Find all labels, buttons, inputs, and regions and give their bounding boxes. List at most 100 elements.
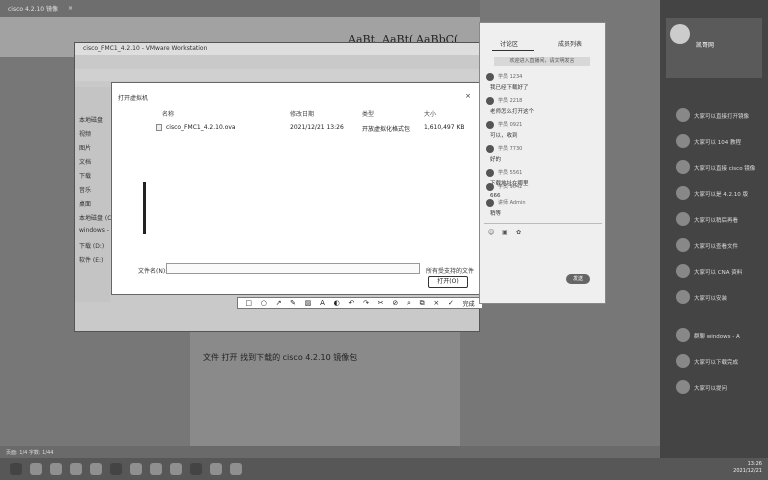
column-header-size[interactable]: 大小 <box>424 109 436 118</box>
app-icon[interactable] <box>110 463 122 475</box>
avatar <box>486 97 494 105</box>
text-icon[interactable]: A <box>320 298 325 308</box>
contact-item[interactable]: 群聊 windows - A <box>660 328 768 350</box>
close-icon[interactable]: × <box>465 92 471 100</box>
contact-item[interactable]: 大家可以查看文件 <box>660 238 768 260</box>
scrollbar[interactable] <box>143 182 146 234</box>
chat-window: 讨论区 成员列表 欢迎进入直播间，请文明发言 学员 1234 我已经下载好了 学… <box>479 22 606 304</box>
message-text: 好的 <box>490 157 502 163</box>
color-icon[interactable]: ◐ <box>334 298 340 308</box>
sidebar-item[interactable]: 文档 <box>79 157 91 166</box>
sidebar-item[interactable]: 音乐 <box>79 185 91 194</box>
sidebar-item[interactable]: 桌面 <box>79 199 91 208</box>
word-tab[interactable]: cisco 4.2.10 镜像 <box>8 4 58 13</box>
message-sender: 学员 2218 <box>498 98 523 104</box>
sidebar-item[interactable]: 视频 <box>79 129 91 138</box>
contact-text: 群聊 windows - A <box>694 334 740 340</box>
file-row[interactable]: cisco_FMC1_4.2.10.ova 2021/12/21 13:26 开… <box>156 123 476 133</box>
scissors-icon[interactable]: ✂ <box>378 298 384 308</box>
avatar[interactable] <box>670 24 690 44</box>
message-text: 老师怎么打开这个 <box>490 109 535 115</box>
app-icon[interactable] <box>70 463 82 475</box>
contact-text: 大家可以安装 <box>694 296 728 302</box>
rectangle-icon[interactable]: □ <box>245 298 252 308</box>
app-icon[interactable] <box>150 463 162 475</box>
filetype-select[interactable]: 所有受支持的文件 <box>426 266 474 275</box>
sidebar-item[interactable]: 图片 <box>79 143 91 152</box>
message-text: 我已经下载好了 <box>490 85 529 91</box>
tab-members[interactable]: 成员列表 <box>558 39 582 48</box>
avatar <box>676 264 690 278</box>
tab-discussion[interactable]: 讨论区 <box>500 39 518 48</box>
send-button[interactable]: 发送 <box>566 274 590 284</box>
message-sender: 学员 9042 <box>498 184 523 190</box>
sidebar-item[interactable]: 下载 <box>79 171 91 180</box>
column-header-date[interactable]: 修改日期 <box>290 109 314 118</box>
app-icon[interactable] <box>90 463 102 475</box>
contact-text: 大家可以 104 教程 <box>694 140 741 146</box>
sidebar-item[interactable]: 本地磁盘 <box>79 115 103 124</box>
vmware-title: cisco_FMC1_4.2.10 - VMware Workstation <box>75 43 479 55</box>
clock-date: 2021/12/21 <box>733 468 762 474</box>
contact-item[interactable]: 大家可以下载完成 <box>660 354 768 376</box>
app-icon[interactable] <box>190 463 202 475</box>
file-icon <box>156 124 162 131</box>
sidebar-item[interactable]: 软件 (E:) <box>79 255 103 264</box>
avatar <box>676 238 690 252</box>
file-date: 2021/12/21 13:26 <box>290 124 344 131</box>
start-icon[interactable] <box>10 463 22 475</box>
search-icon[interactable]: ⌕ <box>407 298 411 308</box>
dialog-title: 打开虚拟机 <box>118 95 149 102</box>
column-header-name[interactable]: 名称 <box>162 109 174 118</box>
document-text: 文件 打开 找到下载的 cisco 4.2.10 镜像包 <box>203 353 358 362</box>
finish-button[interactable]: 完成 <box>463 299 475 308</box>
contact-text: 大家可以查看文件 <box>694 244 739 250</box>
contact-text: 大家可以稍后再看 <box>694 218 739 224</box>
contact-item[interactable]: 大家可以稍后再看 <box>660 212 768 234</box>
contact-item[interactable]: 大家可以提问 <box>660 380 768 402</box>
app-icon[interactable] <box>130 463 142 475</box>
contact-item[interactable]: 大家可以是 4.2.10 版 <box>660 186 768 208</box>
arrow-icon[interactable]: ↗ <box>276 298 282 308</box>
search-icon[interactable] <box>30 463 42 475</box>
contact-item[interactable]: 大家可以 CNA 资料 <box>660 264 768 286</box>
filename-input[interactable] <box>166 263 420 274</box>
block-icon[interactable]: ⊘ <box>392 298 398 308</box>
profile-header: 凯哥网 <box>666 18 762 78</box>
contact-text: 大家可以 CNA 资料 <box>694 270 743 276</box>
avatar <box>676 328 690 342</box>
avatar <box>676 134 690 148</box>
folder-sidebar: 本地磁盘 视频 图片 文档 下载 音乐 桌面 本地磁盘 (C:) windows… <box>75 87 123 302</box>
filename-label: 文件名(N): <box>138 268 168 275</box>
file-name: cisco_FMC1_4.2.10.ova <box>166 124 236 131</box>
ellipse-icon[interactable]: ○ <box>261 298 267 308</box>
pen-icon[interactable]: ✎ <box>290 298 296 308</box>
clock-time: 13:26 <box>747 461 762 467</box>
avatar <box>676 380 690 394</box>
vmware-menu-bar <box>75 69 479 81</box>
redo-icon[interactable]: ↷ <box>363 298 369 308</box>
column-header-type[interactable]: 类型 <box>362 109 374 118</box>
mosaic-icon[interactable]: ▨ <box>305 298 312 308</box>
cancel-icon[interactable]: × <box>433 298 439 308</box>
app-icon[interactable] <box>170 463 182 475</box>
system-clock[interactable]: 13:26 2021/12/21 <box>733 461 762 475</box>
open-button[interactable]: 打开(O) <box>428 276 468 288</box>
contact-text: 大家可以下载完成 <box>694 360 739 366</box>
undo-icon[interactable]: ↶ <box>349 298 355 308</box>
sidebar-item[interactable]: 下载 (D:) <box>79 241 104 250</box>
word-status-bar: 页面: 1/4 字数: 1/44 <box>0 446 660 458</box>
taskview-icon[interactable] <box>50 463 62 475</box>
contact-item[interactable]: 大家可以直接 cisco 镜像 <box>660 160 768 182</box>
copy-icon[interactable]: ⧉ <box>420 298 425 308</box>
contact-item[interactable]: 大家可以安装 <box>660 290 768 312</box>
app-icon[interactable] <box>210 463 222 475</box>
confirm-icon[interactable]: ✓ <box>448 298 454 308</box>
contact-item[interactable]: 大家可以 104 教程 <box>660 134 768 156</box>
chat-input[interactable] <box>484 223 602 297</box>
avatar <box>486 169 494 177</box>
contact-text: 大家可以直接 cisco 镜像 <box>694 166 756 172</box>
app-icon[interactable] <box>230 463 242 475</box>
contact-item[interactable]: 大家可以直接打开镜像 <box>660 108 768 130</box>
word-tab-close[interactable]: × <box>68 5 73 12</box>
